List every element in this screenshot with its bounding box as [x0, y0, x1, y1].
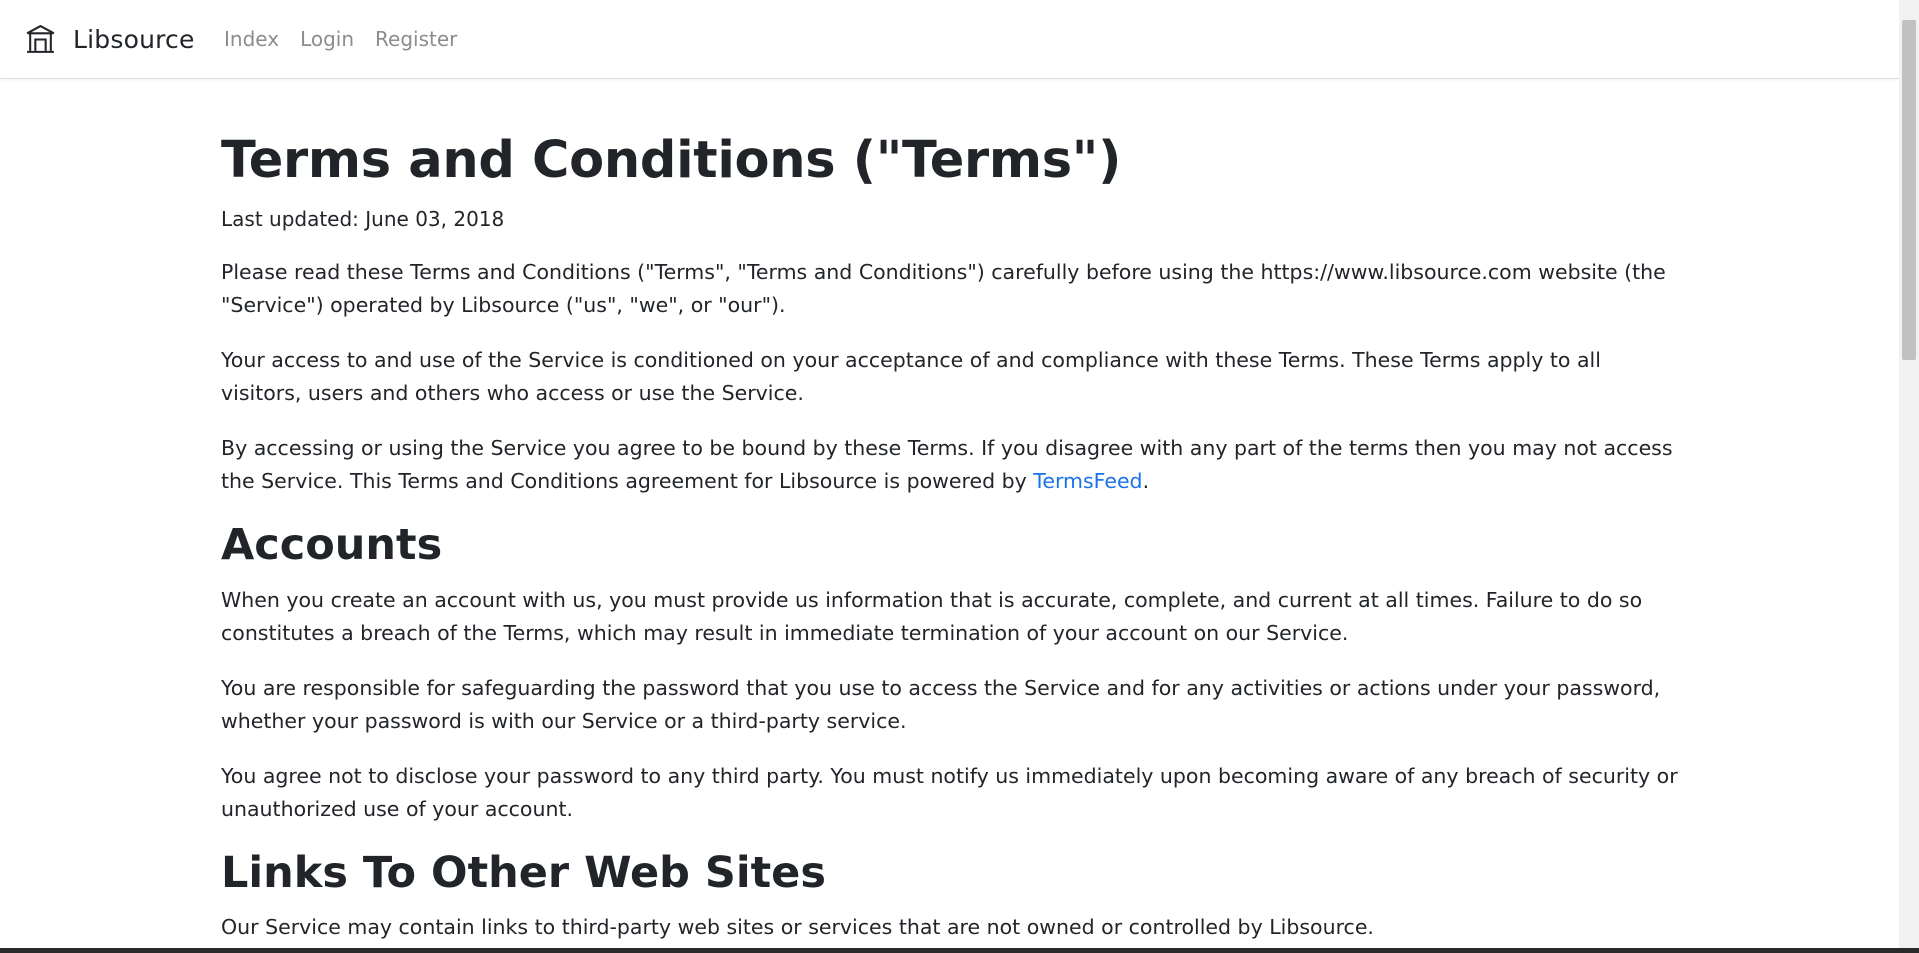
section-heading-links: Links To Other Web Sites [221, 847, 826, 898]
termsfeed-link[interactable]: TermsFeed [1033, 469, 1142, 493]
nav-links: Index Login Register [224, 25, 478, 53]
page-title: Terms and Conditions ("Terms") [221, 131, 1122, 190]
section-heading-accounts: Accounts [221, 520, 443, 571]
main-content: Terms and Conditions ("Terms") Last upda… [221, 130, 1681, 948]
top-navbar: Libsource Index Login Register [0, 0, 1899, 79]
page: Libsource Index Login Register Terms and… [0, 0, 1899, 948]
nav-link-index[interactable]: Index [224, 25, 279, 53]
intro-paragraph-1: Please read these Terms and Conditions (… [221, 260, 1666, 318]
intro-paragraph-3-end: . [1142, 469, 1150, 494]
brand-name: Libsource [73, 24, 195, 54]
vertical-scrollbar[interactable] [1899, 0, 1919, 948]
intro-paragraph-3: By accessing or using the Service you ag… [221, 432, 1681, 498]
links-paragraph-1: Our Service may contain links to third-p… [221, 915, 1374, 940]
bank-building-icon [26, 24, 55, 53]
accounts-paragraph-2: You are responsible for safeguarding the… [221, 675, 1661, 733]
accounts-paragraph-3: You agree not to disclose your password … [221, 763, 1678, 821]
intro-paragraph-3-text: By accessing or using the Service you ag… [221, 436, 1673, 494]
intro-paragraph-2: Your access to and use of the Service is… [221, 348, 1601, 406]
last-updated: Last updated: June 03, 2018 [221, 207, 505, 232]
nav-link-register[interactable]: Register [375, 25, 457, 53]
nav-link-login[interactable]: Login [300, 25, 354, 53]
brand-link[interactable]: Libsource [24, 20, 195, 58]
accounts-paragraph-1: When you create an account with us, you … [221, 587, 1643, 645]
scrollbar-thumb[interactable] [1902, 20, 1916, 360]
browser-viewport: Libsource Index Login Register Terms and… [0, 0, 1919, 948]
